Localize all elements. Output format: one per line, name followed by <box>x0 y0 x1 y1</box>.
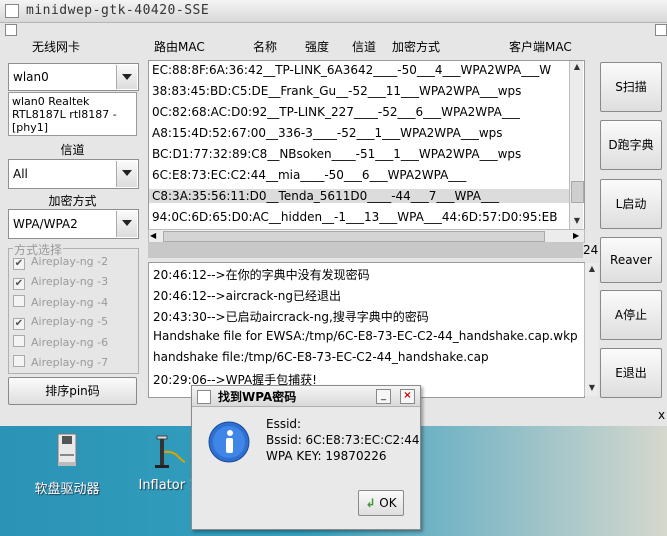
dialog-essid: Essid: <box>266 417 302 431</box>
ap-row[interactable]: A8:15:4D:52:67:00__336-3____-52___1___WP… <box>152 126 503 140</box>
ap-row[interactable]: 38:83:45:BD:C5:DE__Frank_Gu__-52___11___… <box>152 84 521 98</box>
ap-list-scrollbar[interactable]: ▲ ▼ <box>569 61 584 229</box>
header-wireless-card: 无线网卡 <box>32 40 81 54</box>
ap-row[interactable]: 94:0C:6D:65:D0:AC__hidden__-1___13___WPA… <box>152 210 557 224</box>
scan-button[interactable]: S扫描 <box>600 62 662 112</box>
header-client-mac: 客户端MAC <box>509 40 572 54</box>
stop-button[interactable]: A停止 <box>600 290 662 340</box>
hscroll-thumb[interactable] <box>163 231 545 242</box>
log-line: handshake file:/tmp/6C-E8-73-EC-C2-44_ha… <box>153 350 489 364</box>
wpa-found-dialog: 找到WPA密码 _ × Essid: Bssid: 6C:E8:73:EC:C2… <box>191 385 421 530</box>
window-title: minidwep-gtk-40420-SSE <box>26 3 210 18</box>
interface-value: wlan0 <box>13 70 49 84</box>
scroll-right-icon[interactable]: ▶ <box>573 230 583 242</box>
dialog-title: 找到WPA密码 <box>218 390 297 404</box>
scroll-up-icon[interactable]: ▲ <box>571 61 583 73</box>
ap-list[interactable]: EC:88:8F:6A:36:42__TP-LINK_6A3642____-50… <box>148 60 585 234</box>
method-label: Aireplay-ng -7 <box>31 356 109 369</box>
header-name: 名称 <box>253 40 278 54</box>
method-label: Aireplay-ng -4 <box>31 296 109 309</box>
minimize-icon[interactable]: _ <box>376 389 391 404</box>
scroll-left-icon[interactable]: ◀ <box>150 230 160 242</box>
interface-info: wlan0 Realtek RTL8187L rtl8187 - [phy1] <box>8 92 137 136</box>
checked-icon[interactable]: ✔ <box>13 258 25 270</box>
ap-row[interactable]: 0C:82:68:AC:D0:92__TP-LINK_227____-52___… <box>152 105 520 119</box>
dictionary-button[interactable]: D跑字典 <box>600 120 662 170</box>
scroll-down-icon[interactable]: ▼ <box>571 215 583 227</box>
close-icon[interactable]: × <box>400 389 415 404</box>
method-label: Aireplay-ng -3 <box>31 275 109 288</box>
log-area[interactable]: 20:46:12-->在你的字典中没有发现密码 20:46:12-->aircra… <box>148 262 585 398</box>
header-strength: 强度 <box>305 40 330 54</box>
log-scrollbar[interactable]: ▲ ▼ <box>584 263 598 396</box>
channel-value: All <box>13 167 28 181</box>
encryption-label: 加密方式 <box>48 194 97 208</box>
method-checkbox[interactable]: ✔ Aireplay-ng -5 <box>13 315 108 330</box>
ap-row[interactable]: C8:3A:35:56:11:D0__Tenda_5611D0____-44__… <box>149 189 584 203</box>
ap-row[interactable]: BC:D1:77:32:89:C8__NBsoken____-51___1___… <box>152 147 521 161</box>
ap-row[interactable]: EC:88:8F:6A:36:42__TP-LINK_6A3642____-50… <box>152 63 551 77</box>
pin-right-icon <box>655 24 667 36</box>
inflator-label: Inflator 1 <box>138 478 198 493</box>
ok-button[interactable]: ↲ OK <box>358 490 404 516</box>
close-glyph[interactable]: x <box>658 408 665 422</box>
info-icon <box>208 421 250 466</box>
channel-label: 信道 <box>60 143 85 157</box>
method-checkbox[interactable]: ✔ Aireplay-ng -3 <box>13 275 108 290</box>
channel-select[interactable]: All <box>8 159 139 189</box>
floppy-drive-icon <box>48 432 86 472</box>
chevron-down-icon <box>116 161 137 187</box>
scroll-down-icon[interactable]: ▼ <box>586 382 598 394</box>
method-checkbox[interactable]: Aireplay-ng -4 <box>13 295 108 309</box>
header-encryption: 加密方式 <box>392 40 441 54</box>
reaver-button[interactable]: Reaver <box>600 237 662 283</box>
unchecked-icon[interactable] <box>13 295 25 307</box>
ap-list-hscrollbar[interactable]: ◀ ▶ <box>148 229 585 243</box>
unchecked-icon[interactable] <box>13 355 25 367</box>
checked-icon[interactable]: ✔ <box>13 278 25 290</box>
method-label: Aireplay-ng -2 <box>31 255 109 268</box>
pin-left-icon <box>5 24 17 36</box>
chevron-down-icon <box>116 211 137 237</box>
bicycle-pump-icon <box>149 432 187 472</box>
interface-select[interactable]: wlan0 <box>8 63 139 91</box>
ok-label: OK <box>379 496 397 510</box>
title-bar[interactable]: minidwep-gtk-40420-SSE <box>0 0 667 23</box>
header-channel: 信道 <box>352 40 377 54</box>
floppy-drive-label: 软盘驱动器 <box>34 482 100 497</box>
exit-button[interactable]: E退出 <box>600 348 662 398</box>
launch-button[interactable]: L启动 <box>600 179 662 229</box>
method-label: Aireplay-ng -5 <box>31 315 109 328</box>
log-line: Handshake file for EWSA:/tmp/6C-E8-73-EC… <box>153 329 578 343</box>
method-select-group: 方式选择 ✔ Aireplay-ng -2 ✔ Aireplay-ng -3 Airep… <box>8 241 139 374</box>
ap-row[interactable]: 6C:E8:73:EC:C2:44__mia____-50___6___WPA2… <box>152 168 466 182</box>
sort-pin-button[interactable]: 排序pin码 <box>8 377 137 405</box>
app-icon <box>5 4 19 18</box>
main-window: minidwep-gtk-40420-SSE 无线网卡 路由MAC 名称 强度 … <box>0 0 667 426</box>
log-line: 20:43:30-->已启动aircrack-ng,搜寻字典中的密码 <box>153 310 429 324</box>
dialog-bssid: Bssid: 6C:E8:73:EC:C2:44 <box>266 433 420 447</box>
progress-bar <box>148 242 583 258</box>
dialog-key: WPA KEY: 19870226 <box>266 449 387 463</box>
log-line: 20:46:12-->aircrack-ng已经退出 <box>153 289 341 303</box>
dialog-app-icon <box>197 390 211 404</box>
scroll-up-icon[interactable]: ▲ <box>586 263 598 275</box>
encryption-value: WPA/WPA2 <box>13 217 78 231</box>
encryption-select[interactable]: WPA/WPA2 <box>8 209 139 239</box>
dialog-title-bar[interactable]: 找到WPA密码 _ × <box>192 386 420 407</box>
method-label: Aireplay-ng -6 <box>31 336 109 349</box>
chevron-down-icon <box>116 65 137 89</box>
method-checkbox[interactable]: Aireplay-ng -6 <box>13 335 108 349</box>
floppy-drive-desktop-icon[interactable]: 软盘驱动器 <box>17 432 117 497</box>
method-checkbox[interactable]: Aireplay-ng -7 <box>13 355 108 369</box>
method-checkbox[interactable]: ✔ Aireplay-ng -2 <box>13 255 108 270</box>
scroll-thumb[interactable] <box>571 181 584 203</box>
log-line: 20:46:12-->在你的字典中没有发现密码 <box>153 268 370 282</box>
unchecked-icon[interactable] <box>13 335 25 347</box>
checked-icon[interactable]: ✔ <box>13 318 25 330</box>
check-arrow-icon: ↲ <box>365 496 376 510</box>
ap-count: 24 <box>583 243 599 257</box>
header-router-mac: 路由MAC <box>154 40 205 54</box>
